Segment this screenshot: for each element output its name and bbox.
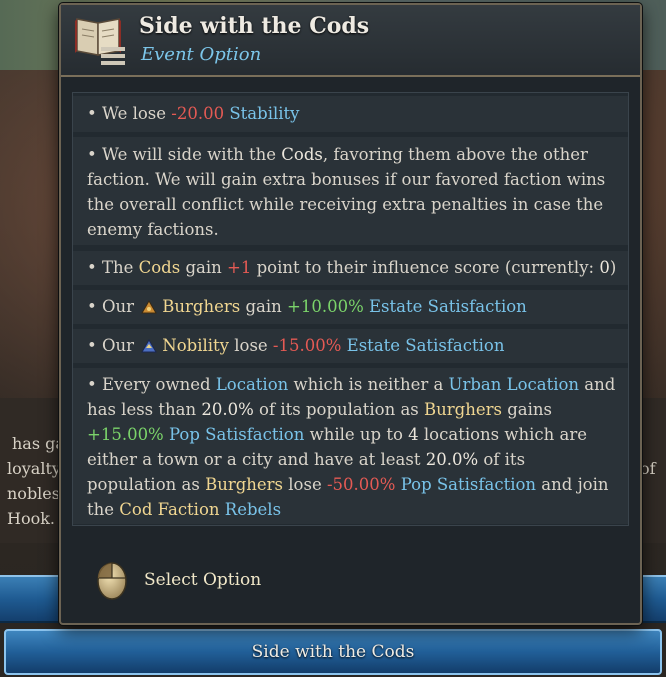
mouse-icon	[97, 562, 127, 600]
effect-influence-score: • The Cods gain +1 point to their influe…	[73, 251, 628, 285]
location-link[interactable]: Location	[216, 375, 288, 394]
stability-link[interactable]: Stability	[229, 104, 299, 123]
side-with-cods-button[interactable]: Side with the Cods	[4, 629, 662, 675]
estate-satisfaction-link[interactable]: Estate Satisfaction	[347, 336, 505, 355]
rebels-link[interactable]: Rebels	[225, 500, 281, 519]
book-icon	[75, 18, 125, 65]
urban-location-link[interactable]: Urban Location	[449, 375, 580, 394]
effect-stability: • We lose -20.00 Stability	[73, 96, 628, 132]
nobility-loss-value: -15.00%	[272, 336, 342, 355]
burghers-gain-value: +10.00%	[287, 297, 364, 316]
description-line: nobles	[7, 484, 60, 503]
select-option-label: Select Option	[144, 570, 262, 590]
burghers-icon	[141, 300, 158, 314]
description-line-right: of	[640, 459, 656, 478]
description-line: has ga	[12, 434, 65, 453]
tooltip-header: Side with the Cods Event Option	[61, 5, 640, 77]
stability-value: -20.00	[171, 104, 225, 123]
side-with-cods-label: Side with the Cods	[251, 642, 415, 662]
event-option-tooltip: Side with the Cods Event Option • We los…	[59, 3, 642, 625]
cod-faction-name: Cod Faction	[119, 500, 220, 519]
effects-list: • We lose -20.00 Stability • We will sid…	[72, 92, 629, 526]
nobility-name: Nobility	[162, 336, 229, 355]
description-line: loyalty	[7, 459, 61, 478]
cods-name: Cods	[281, 145, 323, 164]
tooltip-title: Side with the Cods	[139, 13, 370, 39]
description-line: Hook.	[7, 509, 55, 528]
effect-location-satisfaction: • Every owned Location which is neither …	[73, 368, 628, 524]
influence-value: +1	[227, 258, 252, 277]
effect-nobility-satisfaction: • Our Nobility lose -15.00% Estate Satis…	[73, 329, 628, 363]
burghers-name: Burghers	[162, 297, 241, 316]
effect-side-with-faction: • We will side with the Cods, favoring t…	[73, 137, 628, 245]
estate-satisfaction-link[interactable]: Estate Satisfaction	[369, 297, 527, 316]
effect-burghers-satisfaction: • Our Burghers gain +10.00% Estate Satis…	[73, 290, 628, 324]
influence-current: 0	[599, 258, 610, 277]
cods-faction-name: Cods	[138, 258, 181, 277]
pop-satisfaction-link[interactable]: Pop Satisfaction	[169, 425, 304, 444]
select-option-hint: Select Option	[95, 561, 395, 601]
nobility-icon	[141, 339, 158, 353]
tooltip-subtitle: Event Option	[141, 44, 262, 65]
pop-satisfaction-link[interactable]: Pop Satisfaction	[401, 475, 536, 494]
